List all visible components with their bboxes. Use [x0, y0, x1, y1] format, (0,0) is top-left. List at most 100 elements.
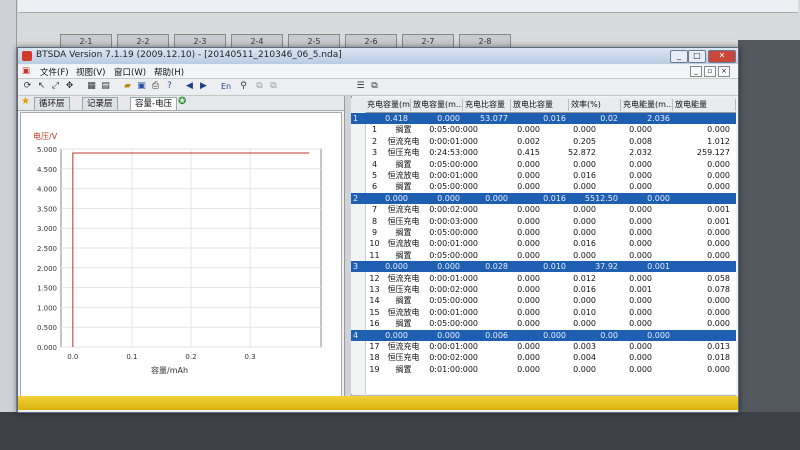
table-cell: 0.000 [629, 342, 652, 351]
table-cell: 恒压充电 [387, 148, 420, 158]
table-cell: 5512.50 [584, 193, 618, 203]
step-row[interactable]: 16 搁置 0:05:00:000 0.000 0.000 0.000 0.000 [351, 318, 736, 329]
table-cell: 搁置 [395, 319, 412, 329]
column-header[interactable]: 放电容量(m... [411, 99, 463, 111]
table-cell: 0.000 [629, 273, 652, 283]
table-cell: 0.000 [517, 182, 540, 192]
y-tick-label: 0.000 [37, 344, 57, 352]
column-header[interactable]: 充电比容量 [463, 99, 511, 111]
pointer-icon[interactable]: ↖ [36, 81, 47, 92]
y-tick-label: 2.000 [37, 265, 57, 273]
column-header[interactable]: 放电能量 [673, 99, 736, 111]
menu-help[interactable]: 帮助(H) [154, 66, 184, 78]
table-cell: 0.000 [485, 193, 508, 203]
table-cell: 16 [369, 319, 380, 329]
table-cell: 0:00:01:000 [429, 239, 478, 249]
table-cell: 恒流放电 [387, 171, 420, 180]
list-icon[interactable]: ☰ [355, 81, 366, 92]
table-cell: 0.000 [517, 364, 540, 374]
cursor-icon[interactable]: ✥ [64, 81, 75, 92]
mdi-close-button[interactable]: × [718, 66, 730, 77]
table-cell: 0.016 [543, 193, 566, 203]
back-icon[interactable]: ◀ [184, 81, 195, 92]
mdi-restore-button[interactable]: ▫ [704, 66, 716, 77]
table-cell: 2.032 [629, 148, 652, 158]
table-cell: 0.004 [573, 353, 596, 363]
copy-disabled-icon[interactable]: ⧉ [254, 81, 265, 92]
open-folder-icon[interactable]: ▰ [122, 81, 133, 92]
table-cell: 6 [371, 182, 378, 192]
table-cell: 恒流充电 [387, 273, 420, 283]
table-cell: 2 [371, 136, 378, 146]
step-row[interactable]: 11 搁置 0:05:00:000 0.000 0.000 0.000 0.000 [351, 250, 736, 261]
step-row[interactable]: 15 恒流放电 0:00:01:000 0.000 0.010 0.000 0.000 [351, 307, 736, 318]
column-header[interactable]: 放电比容量 [511, 99, 569, 111]
pin-icon[interactable]: ⚲ [238, 81, 249, 92]
table-icon[interactable]: ▦ [86, 81, 97, 92]
cycle-row[interactable]: 2 0.000 0.000 0.000 0.016 5512.50 0.000 [351, 192, 736, 204]
column-header[interactable]: 充电能量(m... [621, 99, 673, 111]
step-row[interactable]: 2 恒流充电 0:00:01:000 0.002 0.205 0.008 1.012 [351, 136, 736, 147]
table-cell: 0.000 [517, 228, 540, 237]
table-cell: 0.000 [517, 205, 540, 215]
table-cell: 0.000 [707, 296, 730, 306]
title-bar[interactable]: BTSDA Version 7.1.19 (2009.12.10) - [201… [18, 48, 738, 64]
menu-view[interactable]: 视图(V) [76, 66, 105, 78]
step-row[interactable]: 14 搁置 0:05:00:000 0.000 0.000 0.000 0.000 [351, 295, 736, 306]
step-row[interactable]: 12 恒流充电 0:00:01:000 0.000 0.012 0.000 0.058 [351, 273, 736, 284]
step-row[interactable]: 18 恒压充电 0:00:02:000 0.000 0.004 0.000 0.018 [351, 352, 736, 363]
table-cell: 0:05:00:000 [429, 296, 478, 306]
table-cell: 0.016 [573, 239, 596, 249]
tab-capacity-voltage[interactable]: 容量-电压 [130, 97, 178, 110]
step-row[interactable]: 7 恒流充电 0:00:02:000 0.000 0.000 0.000 0.001 [351, 204, 736, 215]
step-row[interactable]: 5 恒流放电 0:00:01:000 0.000 0.016 0.000 0.000 [351, 170, 736, 181]
menu-file[interactable]: 文件(F) [40, 66, 69, 78]
step-row[interactable]: 3 恒压充电 0:24:53:000 0.415 52.872 2.032 259.127 [351, 147, 736, 158]
step-row[interactable]: 9 搁置 0:05:00:000 0.000 0.000 0.000 0.000 [351, 227, 736, 238]
cycle-row[interactable]: 3 0.000 0.000 0.028 0.010 37.92 0.001 [351, 261, 736, 273]
menu-window[interactable]: 窗口(W) [114, 66, 146, 78]
step-row[interactable]: 4 搁置 0:05:00:000 0.000 0.000 0.000 0.000 [351, 159, 736, 170]
tab-cycle-layer[interactable]: 循环层 [34, 97, 70, 110]
copy-icon[interactable]: ⧉ [369, 81, 380, 92]
close-button[interactable]: ✕ [708, 50, 736, 63]
mdi-minimize-button[interactable]: _ [690, 66, 702, 77]
table-cell: 搁置 [395, 250, 412, 260]
column-header[interactable]: 效率(%) [569, 99, 621, 111]
cycle-row[interactable]: 4 0.000 0.000 0.006 0.000 0.00 0.000 [351, 329, 736, 341]
table-cell: 0.000 [517, 125, 540, 135]
paste-disabled-icon[interactable]: ⧉ [268, 81, 279, 92]
table-cell: 0.000 [517, 285, 540, 294]
add-tab-icon[interactable]: ✪ [178, 96, 186, 107]
table-cell: 2 [353, 193, 359, 203]
minimize-button[interactable]: _ [670, 50, 688, 63]
tab-record-layer[interactable]: 记录层 [82, 97, 118, 110]
cycle-row[interactable]: 1 0.418 0.000 53.077 0.016 0.02 2.036 [351, 113, 736, 124]
zoom-icon[interactable]: ⤢ [50, 81, 61, 92]
refresh-icon[interactable]: ⟳ [22, 81, 33, 92]
chart-icon[interactable]: ▤ [100, 81, 111, 92]
save-icon[interactable]: ▣ [136, 81, 147, 92]
table-cell: 0.000 [517, 216, 540, 226]
step-row[interactable]: 19 搁置 0:01:00:000 0.000 0.000 0.000 0.000 [351, 364, 736, 375]
parent-left-panel [0, 0, 17, 450]
step-row[interactable]: 13 恒压充电 0:00:02:000 0.000 0.016 0.001 0.078 [351, 284, 736, 295]
step-row[interactable]: 17 恒流充电 0:00:01:000 0.000 0.003 0.000 0.013 [351, 341, 736, 352]
print-icon[interactable]: ⎙ [150, 81, 161, 92]
forward-icon[interactable]: ▶ [198, 81, 209, 92]
maximize-button[interactable]: □ [688, 50, 706, 63]
table-cell: 0.000 [437, 193, 460, 203]
step-row[interactable]: 1 搁置 0:05:00:000 0.000 0.000 0.000 0.000 [351, 124, 736, 135]
table-cell: 0.000 [517, 250, 540, 260]
help-icon[interactable]: ? [164, 81, 175, 92]
table-cell: 0.000 [437, 330, 460, 340]
language-button[interactable]: En [218, 81, 234, 92]
btsda-window: BTSDA Version 7.1.19 (2009.12.10) - [201… [17, 47, 739, 413]
table-cell: 0:00:03:000 [429, 216, 478, 226]
table-cell: 13 [369, 285, 380, 294]
step-row[interactable]: 10 恒流放电 0:00:01:000 0.000 0.016 0.000 0.000 [351, 238, 736, 249]
step-row[interactable]: 8 恒压充电 0:00:03:000 0.000 0.000 0.000 0.001 [351, 216, 736, 227]
step-row[interactable]: 6 搁置 0:05:00:000 0.000 0.000 0.000 0.000 [351, 181, 736, 192]
star-icon: ★ [21, 96, 30, 107]
column-header[interactable]: 充电容量(m... [365, 99, 411, 111]
